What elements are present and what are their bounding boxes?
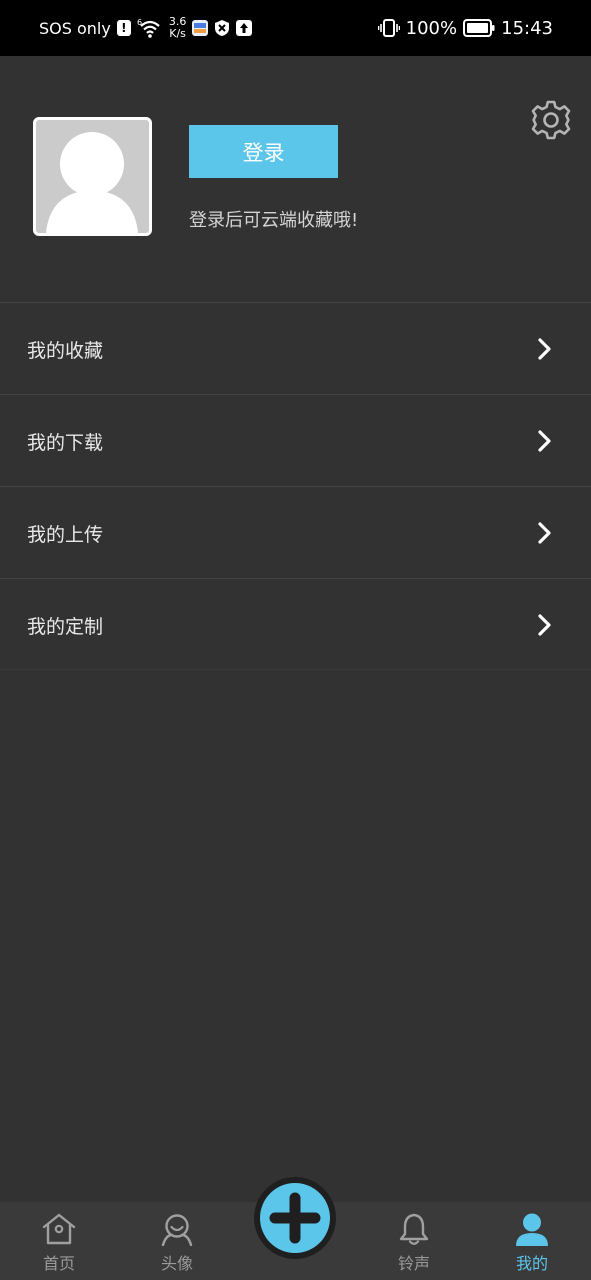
nav-label: 头像 (160, 1254, 193, 1273)
nav-item-avatar[interactable]: 头像 (118, 1202, 236, 1280)
nav-item-home[interactable]: 首页 (0, 1202, 118, 1280)
shield-notification-icon (214, 19, 230, 37)
menu-item-uploads[interactable]: 我的上传 (0, 486, 591, 578)
battery-icon (463, 19, 495, 37)
status-bar-right: 100% 15:43 (377, 0, 553, 56)
menu-item-label: 我的定制 (27, 615, 104, 638)
menu-item-custom[interactable]: 我的定制 (0, 578, 591, 670)
add-button-face (260, 1183, 330, 1253)
chevron-right-icon (538, 522, 551, 544)
menu-item-label: 我的收藏 (27, 339, 104, 362)
sos-alert-icon: ! (116, 20, 131, 36)
menu-item-favorites[interactable]: 我的收藏 (0, 302, 591, 394)
add-button[interactable] (254, 1177, 336, 1259)
menu-item-downloads[interactable]: 我的下载 (0, 394, 591, 486)
chevron-right-icon (538, 430, 551, 452)
menu-list: 我的收藏 我的下载 我的上传 我的定制 (0, 302, 591, 670)
settings-button[interactable] (529, 98, 573, 142)
status-bar-left: SOS only ! 6 3.6 K/s (39, 0, 253, 56)
chevron-right-icon (538, 338, 551, 360)
network-speed: 3.6 K/s (169, 16, 187, 40)
app-root: SOS only ! 6 3.6 K/s 100% 15:43 登录 登录后可云… (0, 0, 591, 1280)
profile-header: 登录 登录后可云端收藏哦! (0, 56, 591, 302)
menu-item-label: 我的下载 (27, 431, 104, 454)
person-icon (516, 1213, 548, 1246)
nav-label: 我的 (515, 1254, 548, 1273)
status-bar: SOS only ! 6 3.6 K/s 100% 15:43 (0, 0, 591, 56)
nav-label: 首页 (42, 1254, 75, 1273)
app-notification-icon (192, 20, 209, 36)
nav-item-mine[interactable]: 我的 (473, 1202, 591, 1280)
clock: 15:43 (501, 17, 553, 39)
vibrate-icon (377, 18, 400, 38)
carrier-text: SOS only (39, 18, 111, 38)
home-icon (42, 1213, 76, 1245)
wifi-icon: 6 (137, 17, 163, 39)
menu-item-label: 我的上传 (27, 523, 104, 546)
network-speed-unit: K/s (169, 27, 186, 40)
chevron-right-icon (538, 614, 551, 636)
bell-icon (399, 1213, 429, 1245)
default-user-icon (46, 132, 138, 233)
plus-icon (269, 1192, 321, 1244)
battery-percent: 100% (405, 17, 458, 39)
nav-label: 铃声 (397, 1254, 430, 1273)
avatar-face-icon (161, 1214, 193, 1246)
avatar[interactable] (33, 117, 152, 236)
login-hint-text: 登录后可云端收藏哦! (189, 210, 359, 231)
login-button[interactable]: 登录 (189, 125, 338, 178)
gear-icon (531, 100, 571, 140)
nav-item-ringtone[interactable]: 铃声 (355, 1202, 473, 1280)
upload-notification-icon (236, 20, 253, 36)
